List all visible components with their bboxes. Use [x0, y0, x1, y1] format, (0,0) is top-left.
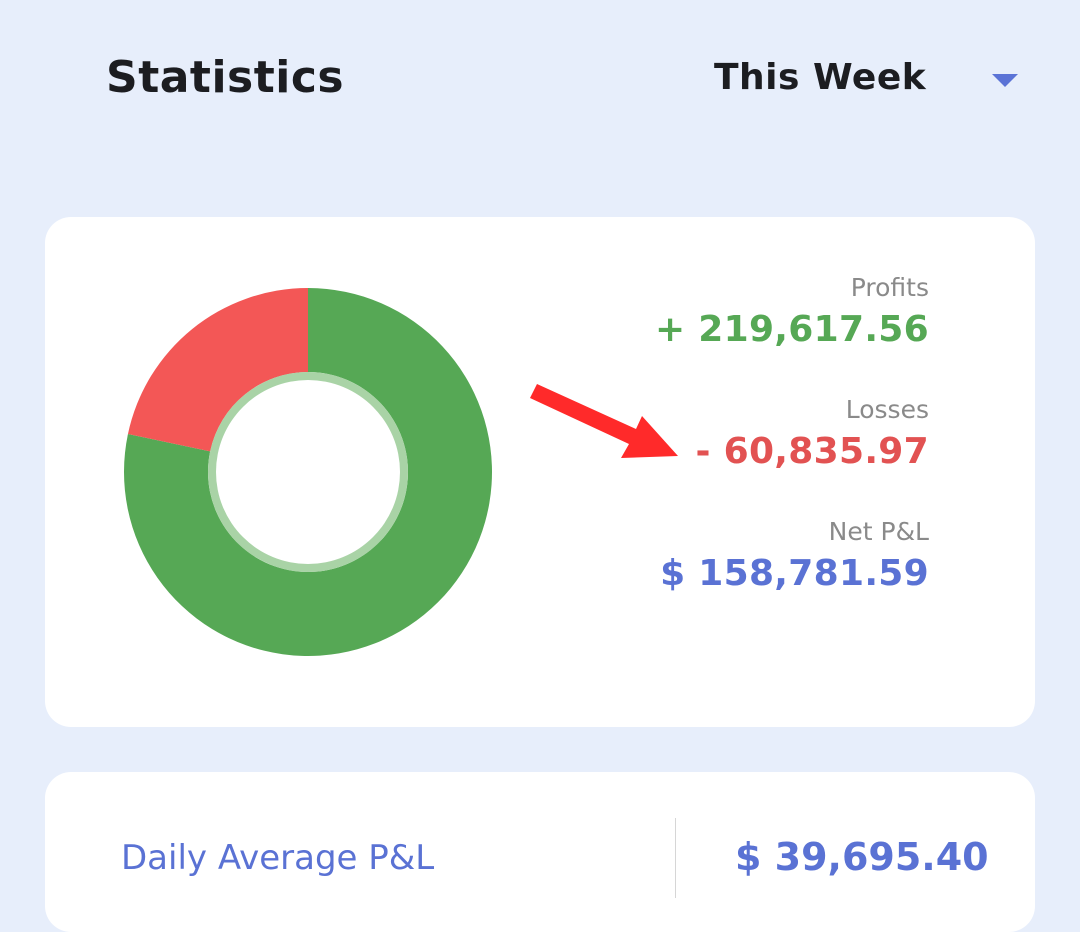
- donut-hole: [216, 380, 400, 564]
- period-selector[interactable]: This Week: [700, 52, 1040, 106]
- page-title: Statistics: [106, 52, 345, 103]
- chevron-down-icon[interactable]: [992, 74, 1018, 87]
- daily-divider: [675, 818, 676, 898]
- net-pnl-value: $ 158,781.59: [660, 553, 929, 594]
- stats-panel: Profits + 219,617.56 Losses - 60,835.97 …: [655, 271, 929, 599]
- pnl-donut-chart: [123, 288, 492, 656]
- period-label: This Week: [714, 57, 927, 98]
- daily-average-card: Daily Average P&L $ 39,695.40: [45, 772, 1035, 932]
- losses-label: Losses: [845, 395, 929, 424]
- daily-average-value: $ 39,695.40: [735, 835, 989, 879]
- losses-value: - 60,835.97: [695, 431, 929, 472]
- summary-card: Profits + 219,617.56 Losses - 60,835.97 …: [45, 217, 1035, 727]
- profits-label: Profits: [850, 273, 929, 302]
- net-pnl-label: Net P&L: [828, 517, 929, 546]
- profits-value: + 219,617.56: [654, 309, 929, 350]
- daily-average-label: Daily Average P&L: [121, 838, 435, 878]
